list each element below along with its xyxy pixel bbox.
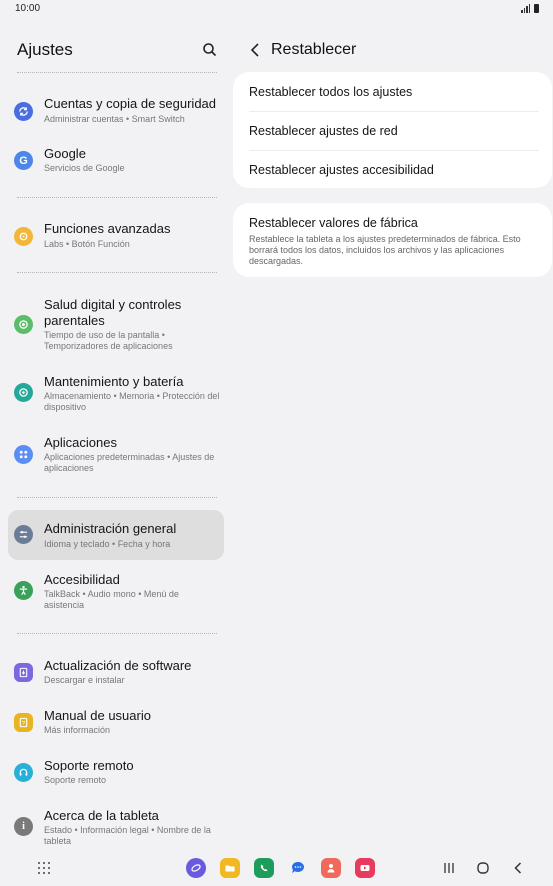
reset-options-card: Restablecer todos los ajustes Restablece… [233, 72, 552, 188]
divider [17, 633, 217, 634]
settings-item-acerca-tableta[interactable]: i Acerca de la tableta Estado • Informac… [8, 808, 224, 850]
google-icon: G [14, 151, 33, 170]
pane-title: Restablecer [271, 41, 357, 58]
item-title: Acerca de la tableta [44, 808, 159, 823]
youtube-app-icon[interactable] [355, 858, 375, 878]
taskbar [0, 848, 553, 886]
gear-plus-icon [14, 227, 33, 246]
apps-grid-icon [38, 862, 50, 874]
page-title: Ajustes [17, 40, 73, 59]
settings-item-accesibilidad[interactable]: Accesibilidad TalkBack • Audio mono • Me… [8, 572, 224, 614]
item-subtitle: Soporte remoto [44, 775, 107, 785]
item-title: Accesibilidad [44, 572, 120, 587]
factory-reset-description: Restablece la tableta a los ajustes pred… [249, 234, 521, 266]
search-icon [203, 43, 217, 57]
divider [17, 72, 217, 73]
item-subtitle: Estado • Información legal • Nombre de l… [44, 825, 211, 846]
settings-item-manual-usuario[interactable]: ? Manual de usuario Más información [8, 708, 224, 740]
contacts-app-icon[interactable] [321, 858, 341, 878]
settings-list-pane: Ajustes Cuentas y copia de seguridad Adm… [0, 18, 233, 848]
item-title: Funciones avanzadas [44, 221, 171, 236]
recent-apps-button[interactable] [439, 858, 459, 878]
settings-item-salud-digital[interactable]: Salud digital y controles parentales Tie… [8, 297, 224, 355]
info-icon: i [14, 817, 33, 836]
sync-icon [14, 102, 33, 121]
my-files-app-icon[interactable] [220, 858, 240, 878]
item-subtitle: Descargar e instalar [44, 675, 125, 685]
settings-item-google[interactable]: G Google Servicios de Google [8, 146, 224, 178]
divider [17, 197, 217, 198]
item-subtitle: Almacenamiento • Memoria • Protección de… [44, 391, 220, 412]
manual-icon: ? [14, 713, 33, 732]
chevron-left-icon [250, 43, 259, 57]
internet-app-icon[interactable] [186, 858, 206, 878]
apps-grid-icon [14, 445, 33, 464]
item-title: Manual de usuario [44, 708, 151, 723]
back-button[interactable] [247, 40, 263, 60]
device-care-icon [14, 383, 33, 402]
settings-item-actualizacion-software[interactable]: Actualización de software Descargar e in… [8, 658, 224, 690]
chevron-left-icon [514, 862, 522, 874]
apps-drawer-button[interactable] [34, 858, 54, 878]
software-update-icon [14, 663, 33, 682]
factory-reset-card[interactable]: Restablecer valores de fábrica Restablec… [233, 203, 552, 277]
item-title: Google [44, 146, 86, 161]
reset-all-settings-item[interactable]: Restablecer todos los ajustes [249, 85, 539, 99]
signal-icon [521, 3, 539, 13]
item-subtitle: Servicios de Google [44, 163, 125, 173]
settings-item-soporte-remoto[interactable]: Soporte remoto Soporte remoto [8, 758, 224, 790]
phone-app-icon[interactable] [254, 858, 274, 878]
reset-accessibility-settings-item[interactable]: Restablecer ajustes accesibilidad [249, 163, 539, 177]
item-title: Actualización de software [44, 658, 192, 673]
sliders-icon [14, 525, 33, 544]
item-subtitle: Tiempo de uso de la pantalla • Temporiza… [44, 330, 173, 351]
item-title: Mantenimiento y batería [44, 374, 184, 389]
home-icon [477, 862, 489, 874]
item-title: Administración general [44, 521, 177, 536]
item-subtitle: Labs • Botón Función [44, 239, 130, 249]
battery-icon [534, 4, 539, 13]
item-subtitle: Administrar cuentas • Smart Switch [44, 114, 185, 124]
item-title: Soporte remoto [44, 758, 134, 773]
status-bar: 10:00 [0, 0, 553, 18]
item-title: Aplicaciones [44, 435, 117, 450]
item-subtitle: Idioma y teclado • Fecha y hora [44, 539, 171, 549]
home-button[interactable] [473, 858, 493, 878]
divider [249, 111, 539, 112]
search-button[interactable] [200, 40, 220, 60]
recents-icon [444, 863, 454, 873]
settings-item-administracion-general[interactable]: Administración general Idioma y teclado … [8, 510, 224, 560]
settings-item-cuentas[interactable]: Cuentas y copia de seguridad Administrar… [8, 96, 224, 128]
item-title: Cuentas y copia de seguridad [44, 96, 217, 111]
divider [17, 497, 217, 498]
divider [17, 272, 217, 273]
svg-text:?: ? [22, 721, 25, 727]
reset-network-settings-item[interactable]: Restablecer ajustes de red [249, 124, 539, 138]
item-title: Salud digital y controles parentales [44, 297, 182, 328]
messages-app-icon[interactable] [288, 858, 308, 878]
item-subtitle: Aplicaciones predeterminadas • Ajustes d… [44, 452, 215, 473]
settings-item-aplicaciones[interactable]: Aplicaciones Aplicaciones predeterminada… [8, 435, 224, 477]
digital-wellbeing-icon [14, 315, 33, 334]
accessibility-icon [14, 581, 33, 600]
back-nav-button[interactable] [508, 858, 528, 878]
item-subtitle: TalkBack • Audio mono • Menú de asistenc… [44, 589, 179, 610]
item-subtitle: Más información [44, 725, 111, 735]
status-time: 10:00 [15, 3, 41, 14]
settings-item-mantenimiento[interactable]: Mantenimiento y batería Almacenamiento •… [8, 374, 224, 416]
settings-item-funciones-avanzadas[interactable]: Funciones avanzadas Labs • Botón Función [8, 221, 224, 253]
headset-icon [14, 763, 33, 782]
divider [249, 150, 539, 151]
factory-reset-title: Restablecer valores de fábrica [249, 216, 418, 230]
